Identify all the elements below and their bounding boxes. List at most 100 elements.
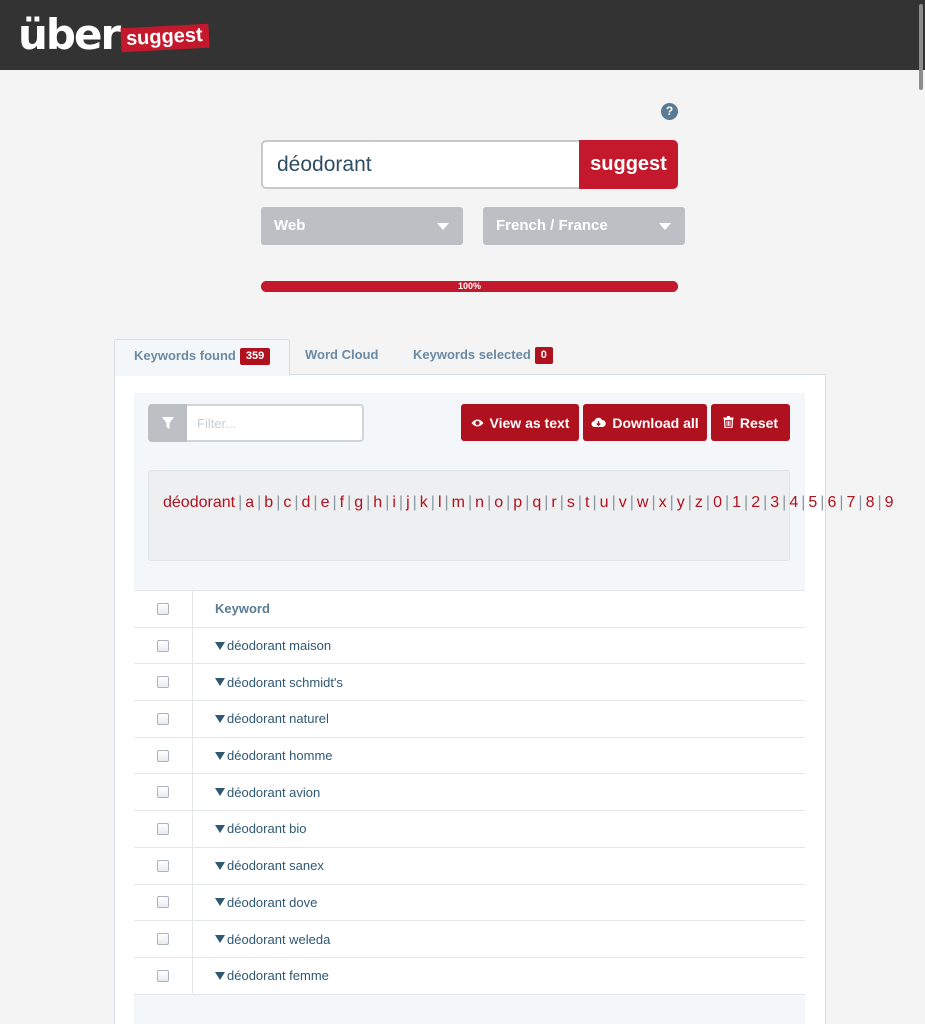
source-select[interactable]: Web (261, 207, 463, 245)
letter-link[interactable]: l (438, 494, 442, 511)
letter-link[interactable]: 5 (808, 494, 817, 511)
letter-link[interactable]: i (392, 494, 396, 511)
letter-link[interactable]: n (475, 494, 484, 511)
letter-link[interactable]: y (677, 494, 685, 511)
view-as-text-button[interactable]: View as text (461, 404, 579, 441)
letter-link[interactable]: v (619, 494, 627, 511)
letter-separator: | (444, 494, 449, 511)
expand-arrow-icon[interactable] (215, 971, 225, 980)
expand-arrow-icon[interactable] (215, 714, 225, 723)
letter-link[interactable]: k (420, 494, 428, 511)
letter-separator: | (525, 494, 530, 511)
download-all-button[interactable]: Download all (583, 404, 707, 441)
row-checkbox[interactable] (157, 712, 169, 725)
letter-link[interactable]: w (637, 494, 649, 511)
letter-link[interactable]: 8 (866, 494, 875, 511)
expand-arrow-icon[interactable] (215, 935, 225, 944)
expand-arrow-icon[interactable] (215, 641, 225, 650)
letter-link[interactable]: s (567, 494, 575, 511)
keyword-cell[interactable]: déodorant dove (193, 895, 317, 910)
tab-keywords-selected[interactable]: Keywords selected 0 (413, 339, 553, 375)
select-all-checkbox[interactable] (157, 602, 169, 615)
letter-link[interactable]: b (264, 494, 273, 511)
filter-input[interactable] (187, 404, 364, 442)
letter-separator: | (506, 494, 511, 511)
keyword-text: déodorant avion (227, 784, 321, 800)
letter-link[interactable]: c (283, 494, 291, 511)
letter-separator: | (877, 494, 882, 511)
letter-link[interactable]: 4 (789, 494, 798, 511)
expand-arrow-icon[interactable] (215, 861, 225, 870)
help-icon[interactable]: ? (661, 103, 678, 120)
row-checkbox[interactable] (157, 933, 169, 946)
row-checkbox[interactable] (157, 639, 169, 652)
table-row: déodorant weleda (134, 921, 805, 958)
letter-link[interactable]: q (532, 494, 541, 511)
letter-separator: | (577, 494, 583, 511)
keywords-selected-count-badge: 0 (534, 347, 553, 364)
letter-separator: | (559, 494, 564, 511)
row-checkbox[interactable] (157, 969, 169, 982)
expand-arrow-icon[interactable] (215, 751, 225, 760)
keyword-cell[interactable]: déodorant naturel (193, 711, 329, 726)
keyword-cell[interactable]: déodorant sanex (193, 858, 324, 873)
keyword-cell[interactable]: déodorant bio (193, 821, 307, 836)
letter-separator: | (724, 494, 730, 511)
letter-link-root[interactable]: déodorant (163, 494, 235, 511)
keyword-column-header[interactable]: Keyword (193, 601, 270, 616)
tab-keywords-found[interactable]: Keywords found 359 (114, 339, 291, 376)
letter-link[interactable]: o (494, 494, 503, 511)
search-input[interactable] (261, 140, 579, 189)
keyword-cell[interactable]: déodorant schmidt's (193, 675, 343, 690)
letter-link[interactable]: u (600, 494, 609, 511)
expand-arrow-icon[interactable] (215, 898, 225, 907)
letter-link[interactable]: 0 (713, 494, 722, 511)
keyword-cell[interactable]: déodorant homme (193, 748, 333, 763)
letter-separator: | (412, 494, 417, 511)
letter-link[interactable]: x (659, 494, 667, 511)
letter-link[interactable]: d (302, 494, 311, 511)
keyword-cell[interactable]: déodorant avion (193, 785, 320, 800)
letter-link[interactable]: f (340, 494, 344, 511)
row-checkbox[interactable] (157, 896, 169, 909)
letter-link[interactable]: m (452, 494, 465, 511)
letter-link[interactable]: t (585, 494, 589, 511)
suggest-button[interactable]: suggest (579, 140, 678, 189)
letter-link[interactable]: j (406, 494, 410, 511)
reset-button[interactable]: Reset (711, 404, 790, 441)
letter-link[interactable]: 1 (732, 494, 741, 511)
keyword-cell[interactable]: déodorant weleda (193, 932, 330, 947)
row-checkbox[interactable] (157, 822, 169, 835)
expand-arrow-icon[interactable] (215, 824, 225, 833)
letter-link[interactable]: 7 (847, 494, 856, 511)
letter-link[interactable]: g (354, 494, 363, 511)
letter-link[interactable]: a (245, 494, 254, 511)
letter-link[interactable]: 6 (827, 494, 836, 511)
language-select[interactable]: French / France (483, 207, 685, 245)
letter-link[interactable]: p (513, 494, 522, 511)
caret-down-icon (437, 223, 449, 230)
keyword-cell[interactable]: déodorant femme (193, 968, 329, 983)
letter-link[interactable]: z (695, 494, 703, 511)
source-select-value: Web (274, 217, 306, 234)
letter-link[interactable]: 9 (885, 494, 894, 511)
letter-link[interactable]: r (551, 494, 556, 511)
row-checkbox[interactable] (157, 749, 169, 762)
ubersuggest-logo[interactable]: über suggest (18, 12, 210, 56)
keyword-cell[interactable]: déodorant maison (193, 638, 331, 653)
progress-label: 100% (457, 281, 482, 291)
row-checkbox[interactable] (157, 786, 169, 799)
row-checkbox[interactable] (157, 859, 169, 872)
expand-arrow-icon[interactable] (215, 678, 225, 687)
expand-arrow-icon[interactable] (215, 788, 225, 797)
letter-link[interactable]: e (321, 494, 330, 511)
tab-label: Keywords selected (413, 347, 531, 362)
letter-link[interactable]: h (373, 494, 382, 511)
letter-link[interactable]: 3 (770, 494, 779, 511)
scrollbar-thumb[interactable] (919, 4, 923, 90)
row-checkbox[interactable] (157, 676, 169, 689)
view-as-text-label: View as text (489, 414, 570, 431)
tab-word-cloud[interactable]: Word Cloud (305, 339, 378, 375)
letter-link[interactable]: 2 (751, 494, 760, 511)
letter-separator: | (257, 494, 262, 511)
